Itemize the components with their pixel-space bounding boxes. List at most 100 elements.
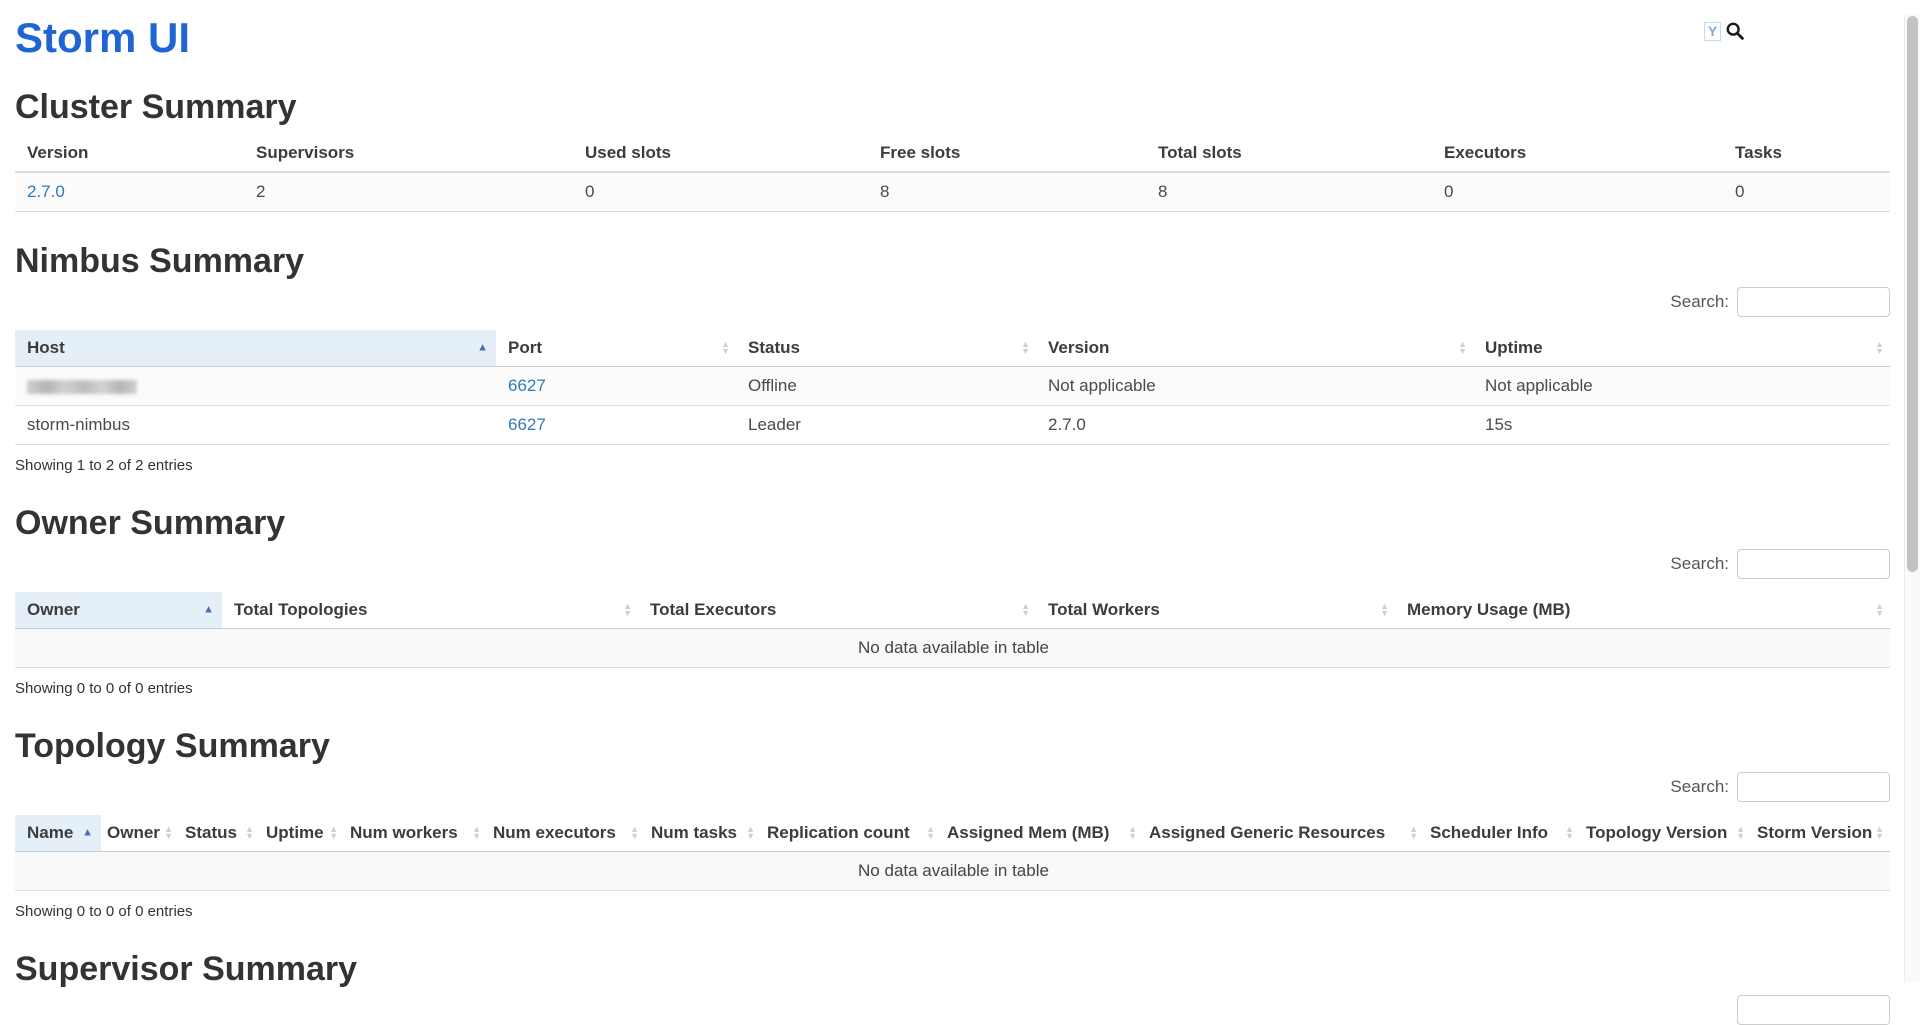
cell-total-slots: 8: [1146, 172, 1432, 212]
column-header-host[interactable]: Host▲: [15, 330, 496, 367]
topbar-icons: Y: [1704, 21, 1745, 41]
column-header-version: Version: [15, 135, 244, 172]
sort-icon: ▲▼: [1021, 341, 1030, 355]
supervisor-summary-heading: Supervisor Summary: [15, 950, 1890, 989]
column-header-version[interactable]: Version▲▼: [1036, 330, 1473, 367]
2-7-0-link[interactable]: 2.7.0: [27, 182, 65, 201]
sort-icon: ▲▼: [1736, 826, 1745, 840]
section-topology-summary: Topology Summary Search: Name▲Owner▲▼Sta…: [15, 727, 1890, 920]
column-header-status[interactable]: Status▲▼: [736, 330, 1036, 367]
column-header-num-executors[interactable]: Num executors▲▼: [487, 815, 645, 852]
cell-host: storm-nimbus: [15, 406, 496, 445]
column-header-uptime[interactable]: Uptime▲▼: [260, 815, 344, 852]
topology-search: Search:: [15, 772, 1890, 802]
search-input[interactable]: [1737, 549, 1890, 579]
column-header-assigned-mem-mb[interactable]: Assigned Mem (MB)▲▼: [941, 815, 1143, 852]
column-header-memory-usage-mb[interactable]: Memory Usage (MB)▲▼: [1395, 592, 1890, 629]
no-data-message: No data available in table: [15, 629, 1890, 668]
owner-summary-heading: Owner Summary: [15, 504, 1890, 543]
sort-icon: ▲▼: [926, 826, 935, 840]
cell-port: 6627: [496, 406, 736, 445]
topology-summary-table: Name▲Owner▲▼Status▲▼Uptime▲▼Num workers▲…: [15, 815, 1890, 891]
cell-version: Not applicable: [1036, 367, 1473, 406]
sort-icon: ▲▼: [164, 826, 173, 840]
sort-icon: ▲▼: [1458, 341, 1467, 355]
nimbus-search: Search:: [15, 287, 1890, 317]
column-header-topology-version[interactable]: Topology Version▲▼: [1580, 815, 1751, 852]
section-cluster-summary: Cluster Summary VersionSupervisorsUsed s…: [15, 88, 1890, 212]
column-header-total-executors[interactable]: Total Executors▲▼: [638, 592, 1036, 629]
6627-link[interactable]: 6627: [508, 415, 546, 434]
column-header-total-workers[interactable]: Total Workers▲▼: [1036, 592, 1395, 629]
owner-entries-info: Showing 0 to 0 of 0 entries: [15, 680, 1890, 697]
section-nimbus-summary: Nimbus Summary Search: Host▲Port▲▼Status…: [15, 242, 1890, 474]
search-icon[interactable]: [1725, 21, 1745, 41]
cell-supervisors: 2: [244, 172, 573, 212]
header-row: Host▲Port▲▼Status▲▼Version▲▼Uptime▲▼: [15, 330, 1890, 367]
column-header-port[interactable]: Port▲▼: [496, 330, 736, 367]
column-header-assigned-generic-resources[interactable]: Assigned Generic Resources▲▼: [1143, 815, 1424, 852]
column-header-num-workers[interactable]: Num workers▲▼: [344, 815, 487, 852]
column-header-total-slots: Total slots: [1146, 135, 1432, 172]
cell-uptime: 15s: [1473, 406, 1890, 445]
sort-icon: ▲▼: [1409, 826, 1418, 840]
header-row: VersionSupervisorsUsed slotsFree slotsTo…: [15, 135, 1890, 172]
column-header-status[interactable]: Status▲▼: [179, 815, 260, 852]
sort-icon: ▲▼: [472, 826, 481, 840]
owner-search: Search:: [15, 549, 1890, 579]
column-header-storm-version[interactable]: Storm Version▲▼: [1751, 815, 1890, 852]
vertical-scrollbar-thumb[interactable]: [1907, 16, 1918, 572]
sort-icon: ▲▼: [746, 826, 755, 840]
nimbus-summary-heading: Nimbus Summary: [15, 242, 1890, 281]
cell-uptime: Not applicable: [1473, 367, 1890, 406]
empty-row: No data available in table: [15, 629, 1890, 668]
main-content: Storm UI Cluster Summary VersionSupervis…: [0, 14, 1920, 1025]
search-input[interactable]: [1737, 772, 1890, 802]
column-header-num-tasks[interactable]: Num tasks▲▼: [645, 815, 761, 852]
cell-used-slots: 0: [573, 172, 868, 212]
table-row: storm-nimbus6627Leader2.7.015s: [15, 406, 1890, 445]
header-row: Owner▲Total Topologies▲▼Total Executors▲…: [15, 592, 1890, 629]
column-header-name[interactable]: Name▲: [15, 815, 101, 852]
empty-row: No data available in table: [15, 852, 1890, 891]
cell-host: [15, 367, 496, 406]
sort-asc-icon: ▲: [477, 343, 488, 354]
search-input[interactable]: [1737, 287, 1890, 317]
cluster-summary-table: VersionSupervisorsUsed slotsFree slotsTo…: [15, 135, 1890, 212]
sort-icon: ▲▼: [721, 341, 730, 355]
no-data-message: No data available in table: [15, 852, 1890, 891]
section-owner-summary: Owner Summary Search: Owner▲Total Topolo…: [15, 504, 1890, 697]
6627-link[interactable]: 6627: [508, 376, 546, 395]
cluster-summary-heading: Cluster Summary: [15, 88, 1890, 127]
header-row: Name▲Owner▲▼Status▲▼Uptime▲▼Num workers▲…: [15, 815, 1890, 852]
topology-entries-info: Showing 0 to 0 of 0 entries: [15, 903, 1890, 920]
search-input[interactable]: [1737, 995, 1890, 1025]
column-header-tasks: Tasks: [1723, 135, 1890, 172]
sort-icon: ▲▼: [1875, 341, 1884, 355]
sort-icon: ▲▼: [1565, 826, 1574, 840]
supervisor-search: [15, 995, 1890, 1025]
column-header-owner[interactable]: Owner▲: [15, 592, 222, 629]
column-header-uptime[interactable]: Uptime▲▼: [1473, 330, 1890, 367]
page-title: Storm UI: [15, 14, 1890, 62]
column-header-replication-count[interactable]: Replication count▲▼: [761, 815, 941, 852]
table-row: 2.7.0208800: [15, 172, 1890, 212]
column-header-scheduler-info[interactable]: Scheduler Info▲▼: [1424, 815, 1580, 852]
table-row: 6627OfflineNot applicableNot applicable: [15, 367, 1890, 406]
sort-icon: ▲▼: [1875, 603, 1884, 617]
column-header-owner[interactable]: Owner▲▼: [101, 815, 179, 852]
column-header-free-slots: Free slots: [868, 135, 1146, 172]
column-header-total-topologies[interactable]: Total Topologies▲▼: [222, 592, 638, 629]
cell-port: 6627: [496, 367, 736, 406]
column-header-used-slots: Used slots: [573, 135, 868, 172]
cell-version: 2.7.0: [15, 172, 244, 212]
redacted-host: [27, 380, 137, 394]
sort-icon: ▲▼: [1875, 826, 1884, 840]
cell-status: Offline: [736, 367, 1036, 406]
section-supervisor-summary: Supervisor Summary: [15, 950, 1890, 1025]
broken-image-icon: Y: [1704, 22, 1721, 41]
vertical-scrollbar-track[interactable]: [1904, 14, 1920, 982]
sort-icon: ▲▼: [1128, 826, 1137, 840]
cell-executors: 0: [1432, 172, 1723, 212]
search-label: Search:: [1670, 777, 1729, 797]
